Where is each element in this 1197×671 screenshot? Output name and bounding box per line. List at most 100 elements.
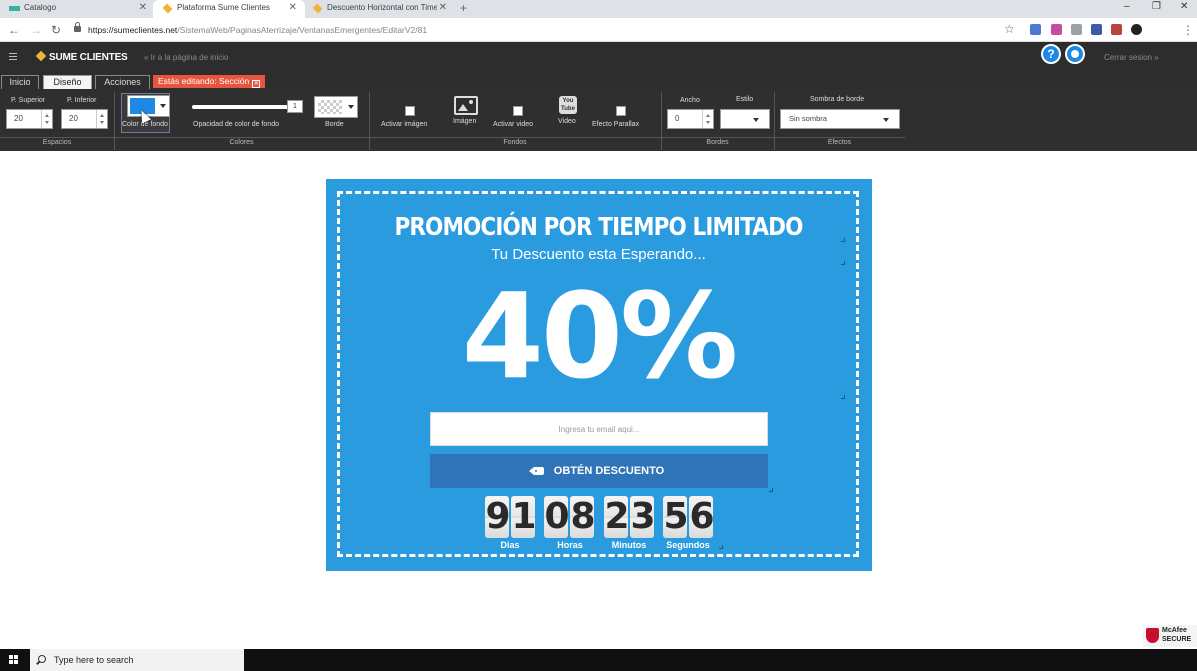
browser-menu-icon[interactable]: ⋮ bbox=[1182, 22, 1194, 38]
forward-arrow-icon[interactable]: → bbox=[30, 22, 42, 38]
tab-acciones[interactable]: Acciones bbox=[95, 75, 150, 89]
back-to-home-link[interactable]: « Ir a la página de inicio bbox=[144, 53, 229, 62]
extension-icon[interactable] bbox=[1091, 24, 1102, 35]
chevron-down-icon bbox=[753, 118, 759, 122]
close-tab-icon[interactable]: ✕ bbox=[289, 0, 297, 16]
help-icon[interactable]: ? bbox=[1041, 44, 1061, 64]
close-window-icon[interactable]: ✕ bbox=[1180, 0, 1188, 14]
stepper-arrows-icon[interactable] bbox=[41, 110, 52, 128]
discount-percentage[interactable]: 40% bbox=[0, 266, 1197, 406]
stepper-arrows-icon[interactable] bbox=[96, 110, 107, 128]
chat-icon[interactable] bbox=[1065, 44, 1085, 64]
search-icon bbox=[38, 655, 46, 663]
lock-icon bbox=[74, 22, 81, 32]
group-label-colores: Colores bbox=[229, 139, 254, 146]
stepper-arrows-icon[interactable] bbox=[702, 110, 713, 128]
logout-link[interactable]: Cerrar sesion » bbox=[1104, 53, 1159, 62]
enable-video-checkbox[interactable] bbox=[513, 106, 523, 116]
close-tab-icon[interactable]: ✕ bbox=[139, 0, 147, 16]
countdown-digit: 2 bbox=[604, 496, 630, 538]
border-width-stepper[interactable]: 0 bbox=[667, 109, 714, 129]
shadow-select[interactable]: Sin sombra bbox=[780, 109, 900, 129]
bookmark-star-icon[interactable]: ☆ bbox=[1004, 21, 1015, 37]
enable-image-label: Activar imágen bbox=[381, 121, 428, 128]
group-label-espacios: Espacios bbox=[42, 139, 72, 146]
border-style-label: Estilo bbox=[736, 96, 754, 103]
extension-icon[interactable] bbox=[1030, 24, 1041, 35]
border-color-picker[interactable] bbox=[314, 96, 358, 118]
taskbar-search-box[interactable]: Type here to search bbox=[30, 649, 244, 671]
windows-taskbar: Type here to search bbox=[0, 649, 1197, 671]
email-input[interactable] bbox=[430, 412, 768, 446]
youtube-icon[interactable]: You Tube bbox=[559, 96, 577, 114]
browser-tabbar: Catalogo ✕ Plataforma Sume Clientes ✕ De… bbox=[0, 0, 1197, 18]
mcafee-line2: SECURE bbox=[1162, 636, 1192, 643]
enable-image-checkbox[interactable] bbox=[405, 106, 415, 116]
address-bar: ← → ↻ https://sumeclientes.net/SistemaWe… bbox=[0, 18, 1197, 42]
bottom-padding-stepper[interactable]: 20 bbox=[61, 109, 108, 129]
browser-tab-plataforma[interactable]: Plataforma Sume Clientes ✕ bbox=[153, 0, 305, 18]
catalog-favicon-icon bbox=[9, 6, 20, 11]
hamburger-menu-icon[interactable] bbox=[9, 53, 17, 60]
chevron-down-icon bbox=[160, 104, 166, 108]
countdown-label-hours: Horas bbox=[557, 540, 583, 550]
resize-handle-icon[interactable] bbox=[769, 488, 773, 492]
app-logo[interactable]: SUME CLIENTES bbox=[35, 50, 128, 63]
resize-handle-icon[interactable] bbox=[841, 395, 845, 399]
mcafee-secure-badge[interactable]: McAfee SECURE bbox=[1143, 625, 1197, 647]
promo-title[interactable]: PROMOCIÓN POR TIEMPO LIMITADO bbox=[84, 212, 1113, 241]
menu-tabs-row: Inicio Diseño Acciones Estás editando: S… bbox=[0, 73, 1197, 90]
extension-icon[interactable] bbox=[1111, 24, 1122, 35]
browser-tab-title: Catalogo bbox=[24, 3, 57, 12]
tab-diseno[interactable]: Diseño bbox=[43, 75, 92, 89]
url-host: https://sumeclientes.net bbox=[88, 25, 178, 35]
parallax-checkbox[interactable] bbox=[616, 106, 626, 116]
countdown-label-seconds: Segundos bbox=[666, 540, 710, 550]
countdown-digit: 9 bbox=[485, 496, 511, 538]
resize-handle-icon[interactable] bbox=[841, 261, 845, 265]
shadow-label: Sombra de borde bbox=[810, 96, 865, 103]
minimize-icon[interactable]: – bbox=[1124, 0, 1130, 14]
transparent-swatch bbox=[318, 100, 342, 114]
editing-badge: Estás editando: Sección ✕ bbox=[153, 75, 266, 88]
top-padding-label: P. Superior bbox=[11, 97, 46, 104]
browser-tab-title: Descuento Horizontal con Timer bbox=[327, 3, 441, 12]
resize-handle-icon[interactable] bbox=[841, 238, 845, 242]
resize-handle-icon[interactable] bbox=[719, 545, 723, 549]
browser-tab-catalogo[interactable]: Catalogo ✕ bbox=[0, 0, 155, 18]
opacity-value[interactable]: 1 bbox=[287, 100, 303, 113]
windows-start-icon[interactable] bbox=[9, 655, 19, 665]
browser-tab-descuento[interactable]: Descuento Horizontal con Timer ✕ bbox=[303, 0, 455, 18]
profile-avatar[interactable] bbox=[1131, 24, 1142, 35]
reload-icon[interactable]: ↻ bbox=[51, 22, 61, 38]
mcafee-shield-icon bbox=[1146, 628, 1159, 643]
extension-icon[interactable] bbox=[1071, 24, 1082, 35]
sume-favicon-icon bbox=[162, 3, 173, 14]
close-tab-icon[interactable]: ✕ bbox=[436, 0, 447, 16]
url-field[interactable]: https://sumeclientes.net/SistemaWeb/Pagi… bbox=[88, 23, 427, 37]
countdown-digit: 6 bbox=[689, 496, 715, 538]
get-discount-button[interactable]: OBTÉN DESCUENTO bbox=[430, 454, 768, 488]
browser-tab-title: Plataforma Sume Clientes bbox=[177, 3, 270, 12]
group-label-fondos: Fondos bbox=[503, 139, 527, 146]
countdown-hours: 0 8 bbox=[544, 496, 596, 540]
bottom-padding-value: 20 bbox=[69, 114, 78, 123]
top-padding-stepper[interactable]: 20 bbox=[6, 109, 53, 129]
tab-inicio[interactable]: Inicio bbox=[1, 75, 39, 89]
back-arrow-icon[interactable]: ← bbox=[8, 22, 20, 38]
group-label-bordes: Bordes bbox=[706, 139, 729, 146]
extension-icon[interactable] bbox=[1051, 24, 1062, 35]
border-style-select[interactable] bbox=[720, 109, 770, 129]
countdown-label-days: Dias bbox=[500, 540, 520, 550]
countdown-digit: 8 bbox=[570, 496, 596, 538]
enable-video-label: Activar video bbox=[493, 121, 534, 128]
restore-icon[interactable]: ❐ bbox=[1152, 0, 1161, 14]
close-section-icon[interactable]: ✕ bbox=[252, 80, 261, 88]
promo-subtitle[interactable]: Tu Descuento esta Esperando... bbox=[0, 246, 1197, 263]
top-padding-value: 20 bbox=[14, 114, 23, 123]
opacity-slider[interactable] bbox=[192, 105, 290, 109]
bottom-padding-label: P. Inferior bbox=[67, 97, 97, 104]
new-tab-icon[interactable]: + bbox=[460, 0, 467, 16]
countdown-minutes: 2 3 bbox=[604, 496, 656, 540]
image-icon[interactable] bbox=[454, 96, 478, 115]
